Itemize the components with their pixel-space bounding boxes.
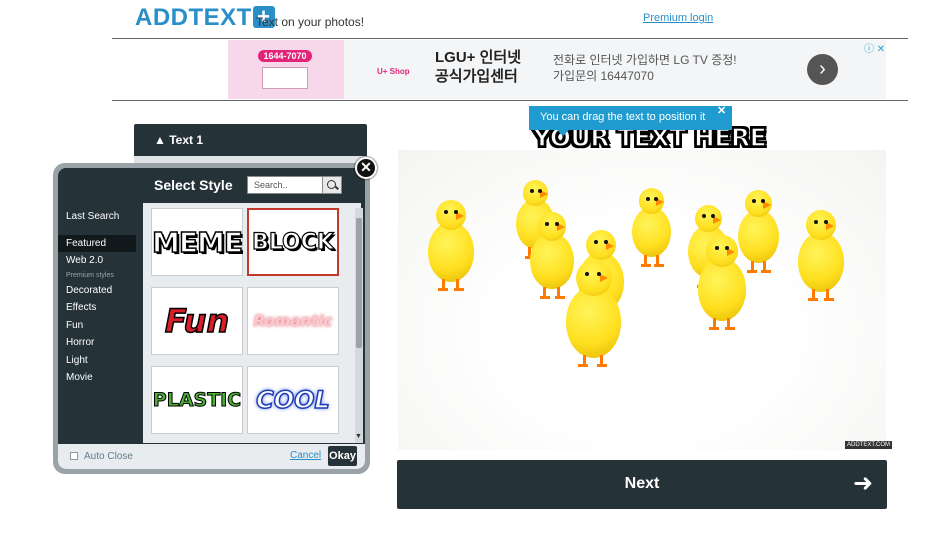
category-last-search[interactable]: Last Search [58,208,136,226]
premium-login-link[interactable]: Premium login [643,12,713,24]
auto-close-label: Auto Close [84,451,133,462]
text-1-label: ▲ Text 1 [154,133,204,147]
advertisement-banner[interactable]: 1644-7070 U+ Shop LGU+ 인터넷 공식가입센터 전화로 인터… [228,40,886,99]
style-preview-block: BLOCK [251,229,334,255]
close-icon[interactable]: ✕ [355,157,377,179]
ad-body-line1: 전화로 인터넷 가입하면 LG TV 증정! [553,53,737,67]
category-light[interactable]: Light [58,352,136,370]
chevron-right-icon[interactable]: › [807,54,838,85]
category-list: Last Search Featured Web 2.0 Premium sty… [58,208,136,387]
style-tile-cool[interactable]: COOL [247,366,339,434]
tagline: Text on your photos! [256,15,365,29]
style-preview-fun: Fun [164,301,230,341]
ad-title: LGU+ 인터넷 공식가입센터 [435,48,521,86]
ad-title-line2: 공식가입센터 [435,68,518,85]
watermark: ADDTEXT.COM [845,441,893,449]
style-grid-scrollbar[interactable]: ▼ [355,208,363,443]
style-preview-meme: MEME [151,225,243,260]
dialog-inner: Select Style Search.. Last Search Featur… [58,168,365,469]
style-tile-plastic[interactable]: PLASTIC [151,366,243,434]
category-decorated[interactable]: Decorated [58,282,136,300]
ad-choices-icon[interactable]: ⓘ ✕ [864,40,885,55]
drag-hint-tooltip: You can drag the text to position it ✕ [529,104,732,136]
arrow-right-icon: ➜ [853,470,874,497]
chick-5 [632,188,672,273]
tooltip-close-icon[interactable]: ✕ [717,104,726,117]
style-tile-fun[interactable]: Fun [151,287,243,355]
style-tile-romantic[interactable]: Romantic [247,287,339,355]
style-preview-cool: COOL [255,385,330,415]
header-divider-bottom [112,100,908,101]
page: ADDTEXT + Text on your photos! Premium lo… [0,0,940,550]
style-tile-meme[interactable]: MEME [151,208,244,276]
text-1-panel-header[interactable]: ▲ Text 1 [134,124,367,156]
chick-10 [566,260,622,380]
category-web-2-0[interactable]: Web 2.0 [58,252,136,270]
next-button[interactable]: Next ➜ [397,460,887,509]
okay-button[interactable]: Okay [328,446,357,466]
scroll-down-arrow-icon[interactable]: ▼ [355,433,362,440]
chick-1 [428,200,474,300]
ad-body-line2: 가입문의 16447070 [553,69,654,83]
ad-body: 전화로 인터넷 가입하면 LG TV 증정! 가입문의 16447070 [553,52,737,84]
cancel-link[interactable]: Cancel [290,450,321,461]
header-divider-top [112,38,908,39]
dialog-title: Select Style [154,177,233,193]
category-effects[interactable]: Effects [58,299,136,317]
ad-brand: U+ Shop [377,67,410,76]
style-grid: MEME BLOCK Fun Romantic PLASTIC COOL [143,203,361,443]
ad-title-line1: LGU+ 인터넷 [435,49,521,66]
category-movie[interactable]: Movie [58,369,136,387]
category-horror[interactable]: Horror [58,334,136,352]
next-label: Next [624,475,660,492]
ad-phone-number: 1644-7070 [258,50,312,62]
ad-image: 1644-7070 [228,40,344,99]
tooltip-text: You can drag the text to position it [540,111,706,123]
category-featured[interactable]: Featured [58,234,136,252]
chick-8 [698,235,747,340]
dialog-footer: Auto Close Cancel Okay [58,444,365,469]
checkbox-icon[interactable] [70,452,78,460]
chick-9 [798,210,844,310]
logo-text: ADDTEXT [135,4,252,31]
tv-icon [262,67,308,89]
auto-close-checkbox[interactable]: Auto Close [70,451,133,462]
category-fun[interactable]: Fun [58,317,136,335]
addtext-logo[interactable]: ADDTEXT + [135,4,275,32]
premium-styles-heading: Premium styles [66,271,114,279]
style-tile-block[interactable]: BLOCK [247,208,339,276]
style-preview-romantic: Romantic [253,312,333,330]
select-style-dialog: Select Style Search.. Last Search Featur… [53,163,370,474]
photo-canvas[interactable] [398,150,886,450]
search-icon[interactable] [322,176,342,194]
style-preview-plastic: PLASTIC [152,389,242,412]
style-search-input[interactable]: Search.. [247,176,323,194]
scrollbar-thumb[interactable] [356,218,362,348]
